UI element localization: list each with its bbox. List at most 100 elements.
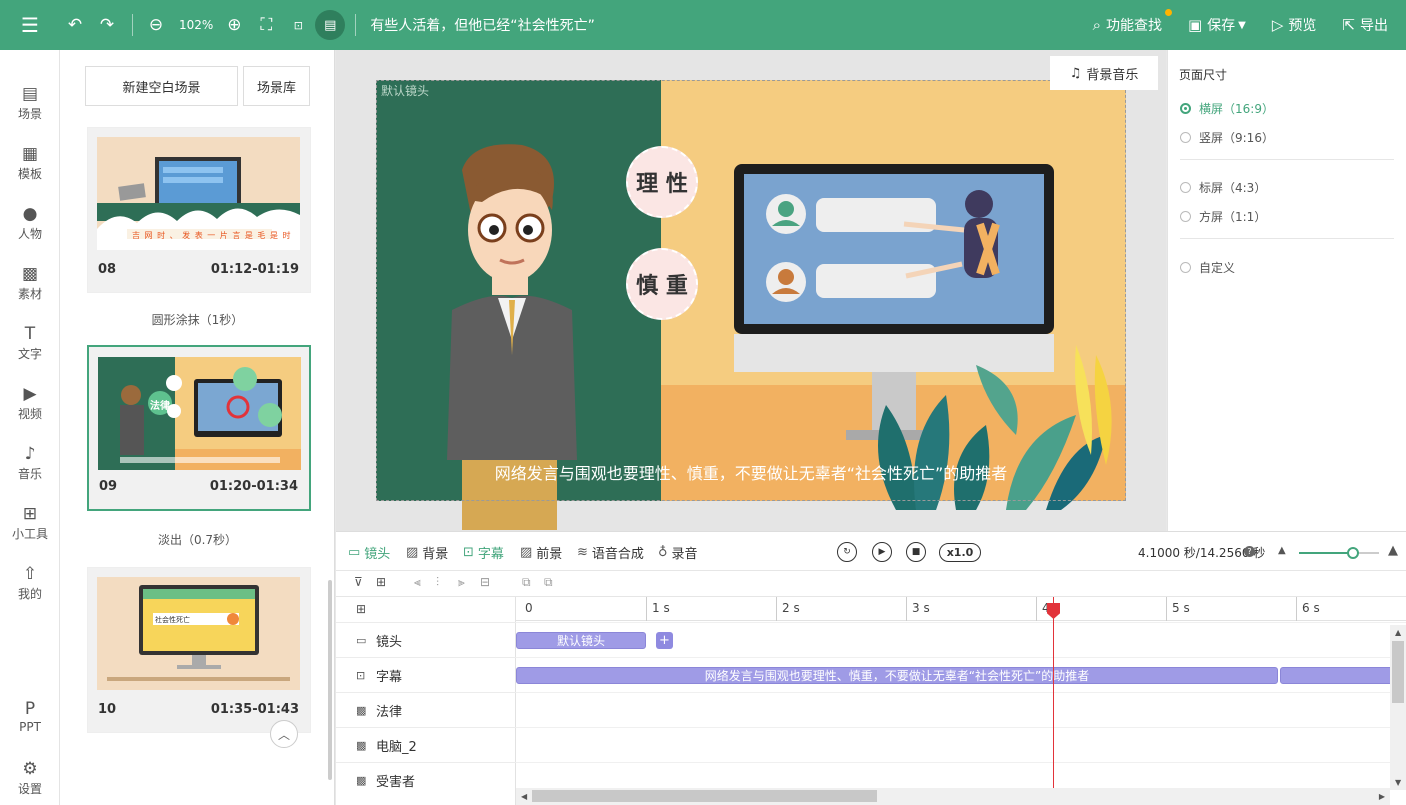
zoom-in-timeline-icon[interactable]: ▲ xyxy=(1388,543,1398,558)
export-button[interactable]: ⇱ 导出 xyxy=(1342,15,1388,35)
undo-icon[interactable]: ↶ xyxy=(60,10,90,40)
save-button[interactable]: ▣ 保存 ▼ xyxy=(1188,15,1246,35)
feature-search-button[interactable]: ⌕ 功能查找 xyxy=(1093,9,1172,35)
ruler-tick: 5 s xyxy=(1166,597,1190,621)
stop-icon: ■ xyxy=(911,547,921,557)
radio-landscape-16-9[interactable]: 横屏（16:9） xyxy=(1180,100,1274,117)
track-label-subtitle[interactable]: ⊡ 字幕 xyxy=(336,657,516,692)
arrange-front-icon[interactable]: ⧉ xyxy=(522,575,531,590)
align-left-icon[interactable]: ⫷ xyxy=(414,575,421,590)
subtitle-toggle-icon[interactable]: ▤ xyxy=(315,10,346,40)
scene-panel: 新建空白场景 场景库 吉 网 时 、 发 表 一 片 言 是 毛 是 时 08 … xyxy=(60,50,335,805)
redo-icon[interactable]: ↷ xyxy=(92,10,122,40)
distribute-icon[interactable]: ⊟ xyxy=(480,575,490,589)
scene-stage[interactable]: 理 性 慎 重 网络发言与围观也要理性、慎重，不要做让无辜者“社会性死亡”的助推… xyxy=(376,80,1126,530)
group-icon[interactable]: ⊞ xyxy=(376,575,386,589)
replay-button[interactable]: ↻ xyxy=(837,542,857,562)
radio-custom[interactable]: 自定义 xyxy=(1180,259,1235,276)
preview-button[interactable]: ▷ 预览 xyxy=(1272,15,1317,35)
camera-label: 默认镜头 xyxy=(381,84,430,98)
scene-card-09[interactable]: 法律 09 01:20-01:34 xyxy=(87,345,311,511)
timeline-zoom-slider[interactable] xyxy=(1299,552,1379,554)
nav-item-mine[interactable]: ⇧ 我的 xyxy=(0,560,60,610)
timeline-horizontal-scrollbar[interactable]: ◀ ▶ xyxy=(516,788,1390,805)
subtitle-clip[interactable]: 网络发言与围观也要理性、慎重，不要做让无辜者“社会性死亡”的助推者 xyxy=(516,667,1278,684)
nav-item-toolbox[interactable]: ⊞ 小工具 xyxy=(0,500,60,550)
align-right-icon[interactable]: ⫸ xyxy=(458,575,465,590)
nav-item-template[interactable]: ▦ 模板 xyxy=(0,140,60,190)
scene-time: 01:35-01:43 xyxy=(210,702,299,717)
scrollbar-thumb[interactable] xyxy=(1392,641,1404,703)
camera-clip[interactable]: 默认镜头 xyxy=(516,632,646,649)
fullscreen-icon[interactable]: ⛶ xyxy=(251,10,281,40)
track-row-camera: 默认镜头 + xyxy=(516,622,1406,657)
canvas-subtitle[interactable]: 网络发言与围观也要理性、慎重，不要做让无辜者“社会性死亡”的助推者 xyxy=(376,460,1126,484)
actual-size-icon[interactable]: ⊡ xyxy=(283,10,313,40)
timeline-vertical-scrollbar[interactable]: ▲ ▼ xyxy=(1390,625,1406,790)
tab-camera[interactable]: ▭ 镜头 xyxy=(348,532,390,572)
menu-icon[interactable]: ☰ xyxy=(0,0,60,50)
scroll-right-arrow-icon[interactable]: ▶ xyxy=(1379,792,1385,801)
zoom-out-timeline-icon[interactable]: ▲ xyxy=(1278,545,1286,556)
radio-label: 标屏（4:3） xyxy=(1199,181,1267,195)
scroll-up-arrow-icon[interactable]: ▲ xyxy=(1395,628,1401,637)
nav-item-video[interactable]: ▶ 视频 xyxy=(0,380,60,430)
scroll-down-arrow-icon[interactable]: ▼ xyxy=(1395,778,1401,787)
scene-time: 01:12-01:19 xyxy=(210,262,299,277)
scene-library-button[interactable]: 场景库 xyxy=(243,66,310,106)
playback-speed-button[interactable]: x1.0 xyxy=(939,543,981,562)
scene-card-08[interactable]: 吉 网 时 、 发 表 一 片 言 是 毛 是 时 08 01:12-01:19 xyxy=(87,127,311,293)
help-icon[interactable]: ? xyxy=(1244,546,1255,557)
camera-icon: ▭ xyxy=(356,633,367,647)
nav-label: 小工具 xyxy=(11,527,48,541)
nav-item-settings[interactable]: ⚙ 设置 xyxy=(0,755,60,805)
radio-label: 竖屏（9:16） xyxy=(1199,131,1274,145)
tab-record[interactable]: ♁ 录音 xyxy=(658,532,698,572)
track-label-camera[interactable]: ▭ 镜头 xyxy=(336,622,516,657)
radio-portrait-9-16[interactable]: 竖屏（9:16） xyxy=(1180,129,1274,146)
bubble-rational[interactable]: 理 性 xyxy=(626,146,698,218)
time-ruler[interactable]: 0 1 s 2 s 3 s 4 s 5 s 6 s xyxy=(516,597,1406,621)
nav-item-scene[interactable]: ▤ 场景 xyxy=(0,80,60,130)
new-blank-scene-button[interactable]: 新建空白场景 xyxy=(85,66,238,106)
radio-square-1-1[interactable]: 方屏（1:1） xyxy=(1180,208,1266,225)
tab-foreground[interactable]: ▨ 前景 xyxy=(520,532,562,572)
background-music-button[interactable]: ♫ 背景音乐 xyxy=(1050,56,1158,90)
slider-handle[interactable] xyxy=(1347,547,1360,559)
zoom-in-icon[interactable]: ⊕ xyxy=(219,10,249,40)
nav-item-text[interactable]: T 文字 xyxy=(0,320,60,370)
track-label-law[interactable]: ▩ 法律 xyxy=(336,692,516,727)
scene-transition[interactable]: 圆形涂抹（1秒） xyxy=(60,311,335,328)
scrollbar-thumb[interactable] xyxy=(532,790,877,802)
radio-button xyxy=(1180,132,1191,143)
track-tree-icon[interactable]: ⊞ xyxy=(356,602,366,616)
nav-item-music[interactable]: ♪ 音乐 xyxy=(0,440,60,490)
filter-icon[interactable]: ⊽ xyxy=(354,575,363,589)
scroll-up-button[interactable]: ︿ xyxy=(270,720,298,748)
align-center-icon[interactable]: ⫶ xyxy=(436,575,439,590)
tab-subtitle[interactable]: ⊡ 字幕 xyxy=(463,532,504,572)
track-label-computer[interactable]: ▩ 电脑_2 xyxy=(336,727,516,762)
play-button[interactable]: ▶ xyxy=(872,542,892,562)
notification-dot xyxy=(1164,9,1172,16)
track-label-victim[interactable]: ▩ 受害者 xyxy=(336,762,516,797)
thumbnail-caption: 吉 网 时 、 发 表 一 片 言 是 毛 是 时 xyxy=(132,231,292,240)
radio-standard-4-3[interactable]: 标屏（4:3） xyxy=(1180,179,1266,196)
subtitle-clip-next[interactable] xyxy=(1280,667,1400,684)
bubble-prudent[interactable]: 慎 重 xyxy=(626,248,698,320)
zoom-out-icon[interactable]: ⊖ xyxy=(141,10,171,40)
tab-background[interactable]: ▨ 背景 xyxy=(406,532,448,572)
scroll-left-arrow-icon[interactable]: ◀ xyxy=(521,792,527,801)
tab-voice-synthesis[interactable]: ≋ 语音合成 xyxy=(577,532,644,572)
document-title[interactable]: 有些人活着，但他已经“社会性死亡” xyxy=(370,15,595,35)
arrange-back-icon[interactable]: ⧉ xyxy=(544,575,553,590)
scene-transition[interactable]: 淡出（0.7秒） xyxy=(60,531,335,548)
nav-item-ppt[interactable]: P PPT xyxy=(0,695,60,745)
stop-button[interactable]: ■ xyxy=(906,542,926,562)
add-camera-button[interactable]: + xyxy=(656,632,673,649)
scene-card-10[interactable]: 社会性死亡 10 01:35-01:43 xyxy=(87,567,311,733)
nav-item-material[interactable]: ▩ 素材 xyxy=(0,260,60,310)
nav-label: 音乐 xyxy=(17,467,42,481)
nav-item-person[interactable]: ● 人物 xyxy=(0,200,60,250)
scene-scrollbar[interactable] xyxy=(328,580,332,780)
